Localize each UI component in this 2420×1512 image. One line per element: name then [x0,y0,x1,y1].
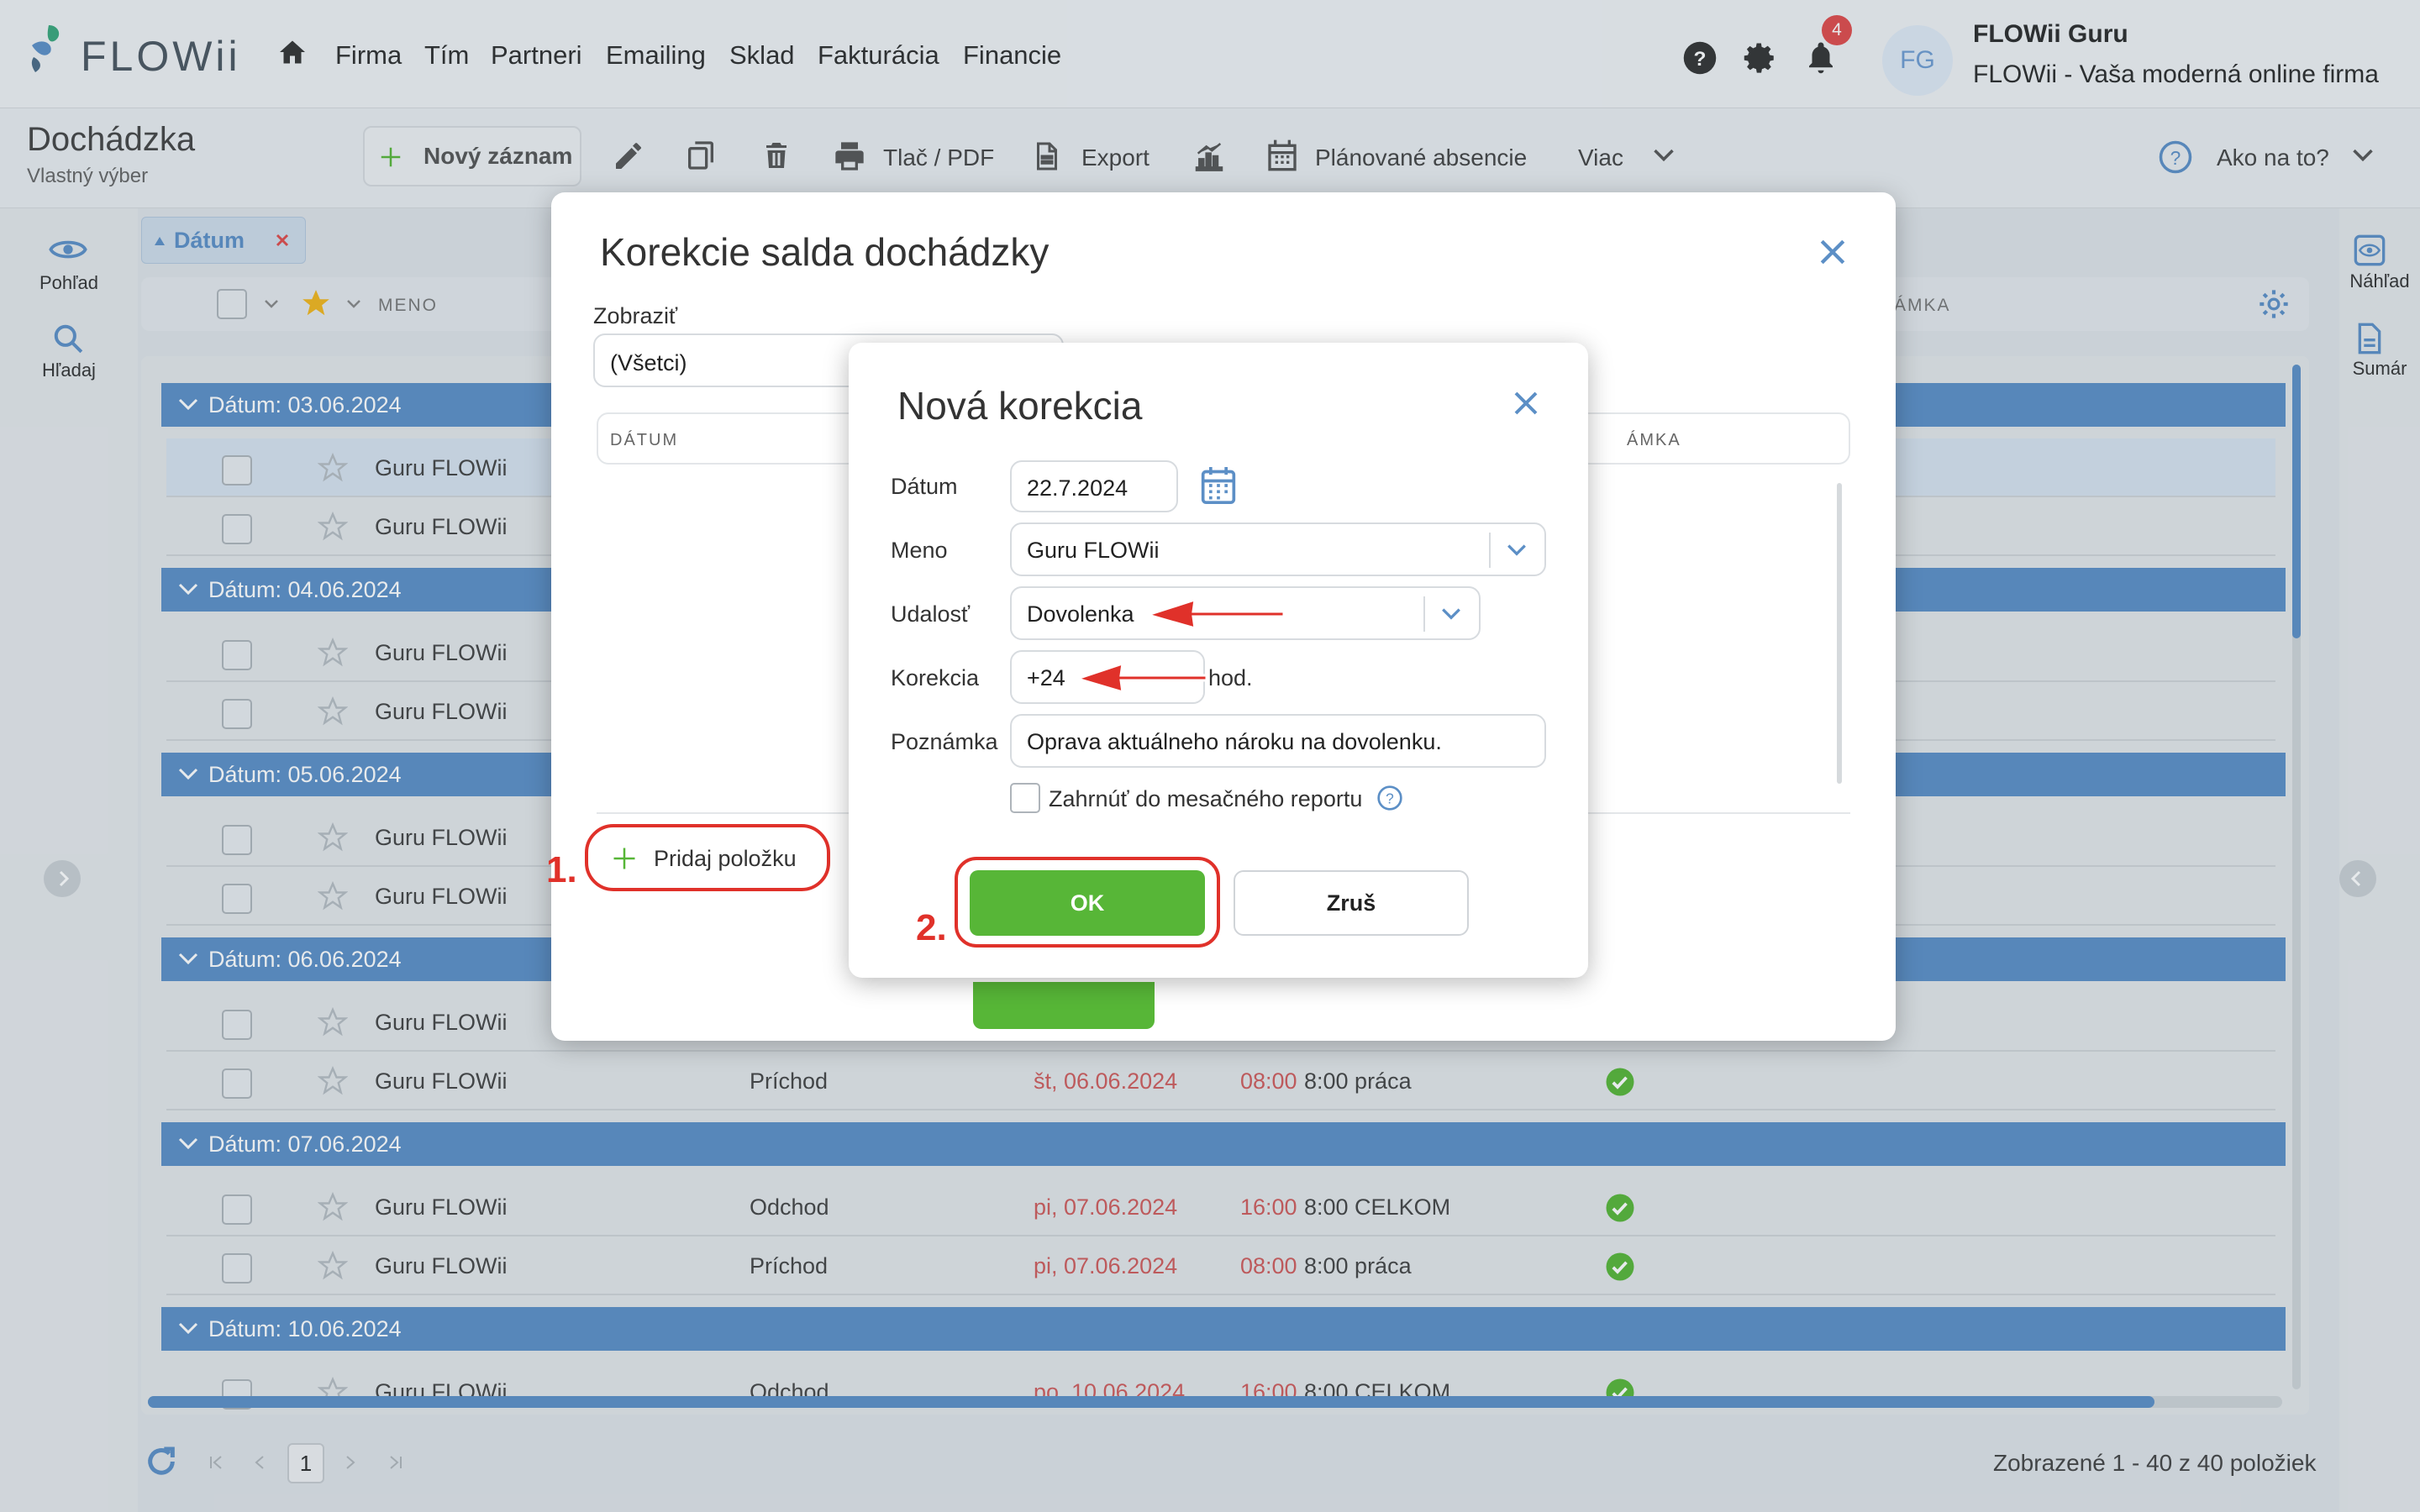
plus-icon [613,848,635,869]
show-label: Zobraziť [593,303,678,328]
cancel-button[interactable]: Zruš [1234,870,1469,936]
show-select-value: (Všetci) [610,350,687,375]
name-select[interactable]: Guru FLOWii [1010,522,1546,576]
annotation-arrow-icon [1144,597,1286,631]
calendar-icon[interactable] [1200,465,1237,506]
dialog-title: Nová korekcia [897,384,1143,428]
correction-unit: hod. [1208,665,1253,690]
chevron-down-icon[interactable] [1440,606,1462,622]
table-scrollbar[interactable] [1837,483,1842,784]
close-icon[interactable] [1818,238,1847,266]
new-correction-dialog: Nová korekcia Dátum 22.7.2024 Meno Guru … [849,343,1588,978]
name-label: Meno [891,538,948,563]
annotation-step-2: 2. [916,907,947,948]
annotation-step-1: 1. [546,849,577,890]
date-label: Dátum [891,474,958,499]
chevron-down-icon[interactable] [1506,543,1528,558]
dialog-title: Korekcie salda dochádzky [600,230,1050,274]
ok-button[interactable]: OK [970,870,1205,936]
name-value: Guru FLOWii [1027,538,1160,563]
event-value: Dovolenka [1027,601,1134,627]
date-input[interactable]: 22.7.2024 [1010,460,1178,512]
add-item-label: Pridaj položku [654,846,797,871]
annotation-arrow-icon [1074,661,1208,695]
svg-text:?: ? [1386,790,1394,807]
include-report-label[interactable]: Zahrnúť do mesačného reportu [1049,786,1362,812]
note-label: Poznámka [891,729,998,754]
correction-value: +24 [1027,665,1065,690]
col-date[interactable]: DÁTUM [610,431,678,450]
include-report-checkbox[interactable] [1010,783,1040,813]
underlying-ok-button[interactable] [973,982,1155,1029]
add-item-button[interactable]: Pridaj položku [600,831,823,885]
event-label: Udalosť [891,601,971,627]
select-divider [1423,596,1425,632]
info-help-icon[interactable]: ? [1376,785,1403,811]
correction-label: Korekcia [891,665,980,690]
note-input[interactable]: Oprava aktuálneho nároku na dovolenku. [1010,714,1546,768]
select-divider [1489,533,1491,568]
col-note[interactable]: ÁMKA [1627,431,1681,450]
date-value: 22.7.2024 [1027,475,1128,501]
note-value: Oprava aktuálneho nároku na dovolenku. [1027,729,1442,754]
close-icon[interactable] [1512,390,1539,417]
